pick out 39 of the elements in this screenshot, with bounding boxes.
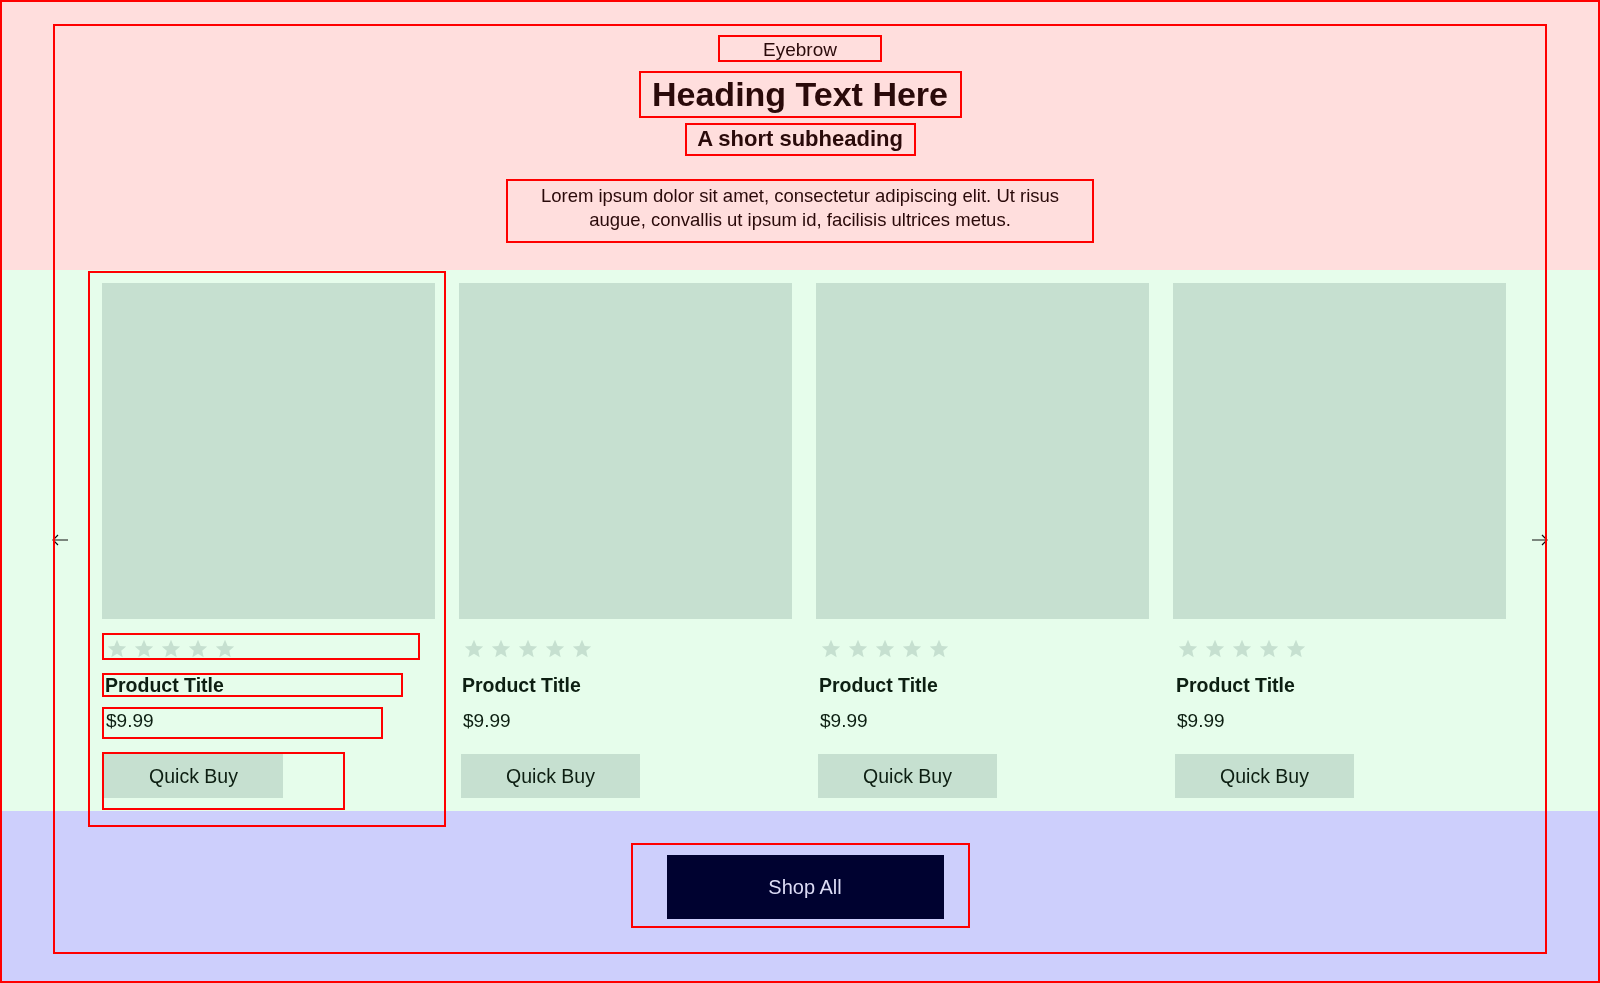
product-price: $9.99 — [819, 709, 869, 733]
body-text: Lorem ipsum dolor sit amet, consectetur adipiscing elit. Ut risus augue, convallis ut ipsum id, facilisis ultrices metus. — [506, 179, 1094, 243]
star-icon — [160, 638, 182, 660]
star-icon — [847, 638, 869, 660]
star-icon — [901, 638, 923, 660]
star-icon — [928, 638, 950, 660]
quick-buy-button[interactable]: Quick Buy — [104, 754, 283, 798]
product-price: $9.99 — [102, 707, 383, 739]
star-icon — [571, 638, 593, 660]
quick-buy-button[interactable]: Quick Buy — [1175, 754, 1354, 798]
subheading: A short subheading — [684, 123, 916, 156]
star-icon — [214, 638, 236, 660]
star-icon — [1177, 638, 1199, 660]
arrow-right-icon[interactable] — [1532, 534, 1548, 546]
star-icon — [820, 638, 842, 660]
star-icon — [1204, 638, 1226, 660]
heading: Heading Text Here — [638, 71, 962, 118]
star-icon — [187, 638, 209, 660]
star-icon — [133, 638, 155, 660]
quick-buy-button[interactable]: Quick Buy — [818, 754, 997, 798]
star-icon — [106, 638, 128, 660]
star-icon — [490, 638, 512, 660]
star-icon — [1258, 638, 1280, 660]
product-title: Product Title — [818, 673, 939, 697]
star-icon — [463, 638, 485, 660]
product-price: $9.99 — [1176, 709, 1226, 733]
eyebrow-text: Eyebrow — [718, 35, 882, 62]
shop-all-button[interactable]: Shop All — [666, 855, 944, 919]
star-icon — [517, 638, 539, 660]
product-title: Product Title — [1175, 673, 1296, 697]
product-title: Product Title — [461, 673, 582, 697]
star-icon — [544, 638, 566, 660]
star-icon — [1231, 638, 1253, 660]
arrow-left-icon[interactable] — [52, 534, 68, 546]
product-title: Product Title — [102, 673, 403, 697]
product-price: $9.99 — [462, 709, 512, 733]
quick-buy-button[interactable]: Quick Buy — [461, 754, 640, 798]
star-icon — [874, 638, 896, 660]
star-icon — [1285, 638, 1307, 660]
